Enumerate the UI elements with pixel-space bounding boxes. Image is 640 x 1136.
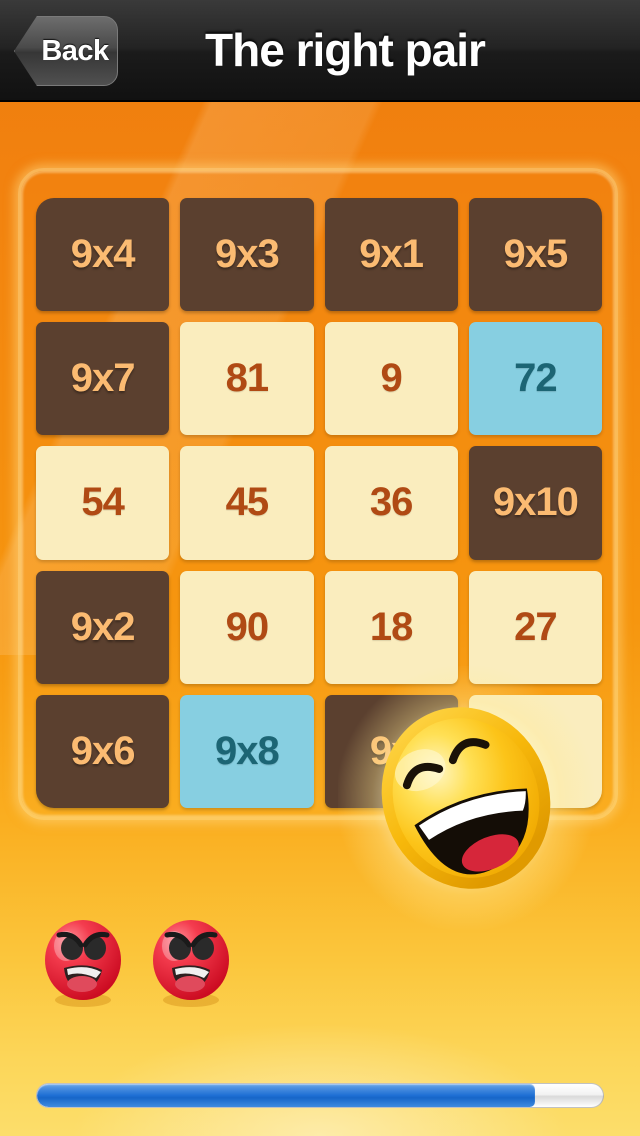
back-button-label: Back [41, 34, 109, 67]
grid-cell[interactable]: 9x3 [180, 198, 314, 312]
grid-cell[interactable]: 81 [180, 322, 314, 436]
navigation-bar: Back The right pair [0, 0, 640, 102]
page-title: The right pair [205, 24, 486, 76]
memory-grid: 9x4 9x3 9x1 9x5 9x7 81 9 72 54 45 36 9x10 9x2 90 18 27 9… [36, 198, 602, 808]
grid-cell[interactable]: 36 [324, 446, 458, 560]
grid-cell[interactable]: 9x4 [36, 198, 170, 312]
grid-cell[interactable]: 9x [324, 694, 458, 808]
angry-face-icon [42, 918, 124, 1010]
grid-cell[interactable]: 9x2 [36, 570, 170, 684]
grid-cell[interactable]: 45 [180, 446, 314, 560]
grid-cell[interactable]: 9x7 [36, 322, 170, 436]
grid-cell[interactable]: 72 [468, 322, 602, 436]
grid-cell[interactable] [468, 694, 602, 808]
grid-cell[interactable]: 18 [324, 570, 458, 684]
grid-cell[interactable]: 54 [36, 446, 170, 560]
back-button[interactable]: Back [14, 16, 118, 86]
grid-cell[interactable]: 9x8 [180, 694, 314, 808]
angry-face-icon [150, 918, 232, 1010]
grid-cell[interactable]: 9x1 [324, 198, 458, 312]
grid-cell[interactable]: 9 [324, 322, 458, 436]
grid-cell[interactable]: 9x5 [468, 198, 602, 312]
grid-cell[interactable]: 9x10 [468, 446, 602, 560]
grid-cell[interactable]: 27 [468, 570, 602, 684]
grid-cell[interactable]: 90 [180, 570, 314, 684]
progress-bar-fill [37, 1084, 536, 1107]
mistakes-indicator [42, 918, 232, 1010]
progress-bar [36, 1083, 604, 1108]
grid-cell[interactable]: 9x6 [36, 694, 170, 808]
